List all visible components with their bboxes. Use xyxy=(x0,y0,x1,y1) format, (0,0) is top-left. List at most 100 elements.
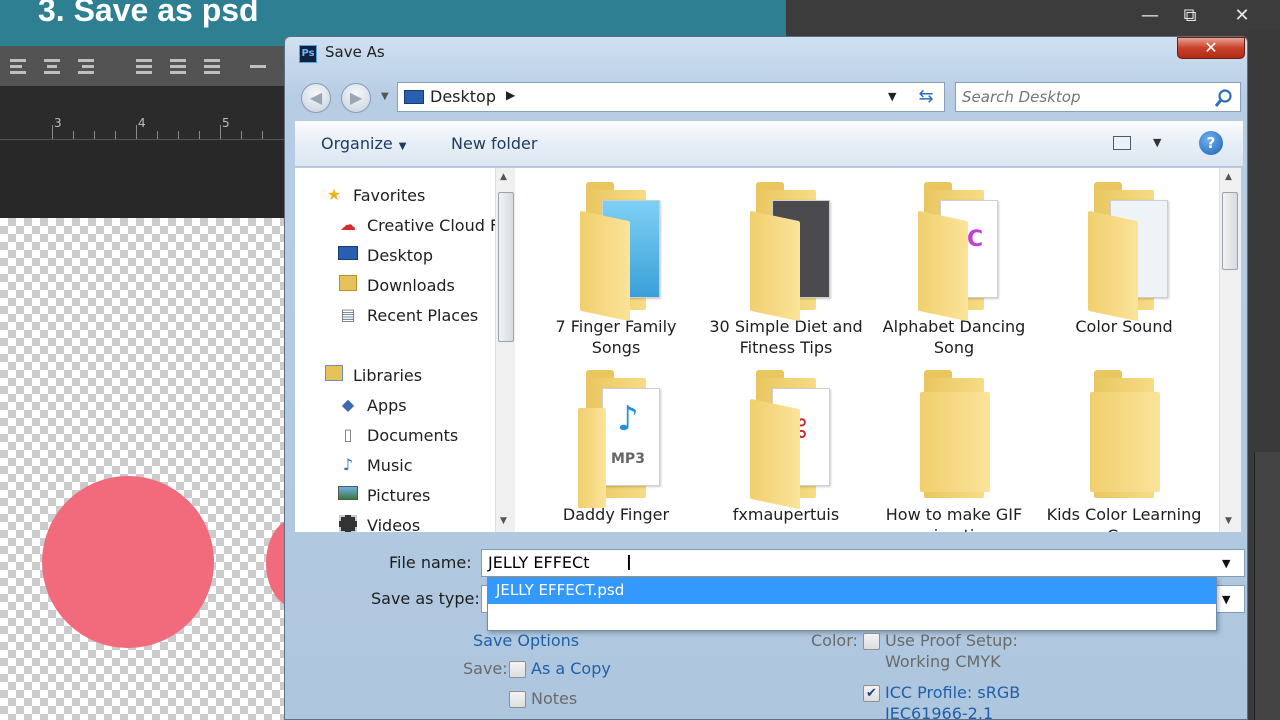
file-name-input[interactable]: JELLY EFFECt I ▼ xyxy=(481,549,1245,577)
breadcrumb-arrow-icon[interactable]: ▶ xyxy=(506,88,515,102)
dialog-close-button[interactable]: ✕ xyxy=(1177,37,1245,59)
folder-icon xyxy=(568,180,664,322)
search-input[interactable] xyxy=(962,86,1202,108)
search-icon[interactable] xyxy=(1214,88,1234,108)
icc-profile-label[interactable]: ICC Profile: sRGB xyxy=(885,683,1020,702)
file-tile[interactable]: Color Sound xyxy=(1039,180,1209,337)
working-cmyk-label: Working CMYK xyxy=(885,652,1001,671)
nav-videos-label: Videos xyxy=(367,515,421,533)
file-name: Kids Color Learning Cow xyxy=(1046,505,1202,532)
file-name: 7 Finger Family Songs xyxy=(555,317,677,357)
nav-libraries[interactable]: Libraries xyxy=(323,362,422,388)
file-name: Color Sound xyxy=(1075,317,1173,336)
ruler-mark-4: 4 xyxy=(138,116,146,130)
back-button[interactable]: ◀ xyxy=(301,83,331,113)
close-app-button[interactable]: ✕ xyxy=(1222,0,1262,30)
save-as-dialog: Ps Save As ✕ ◀ ▶ ▼ Desktop ▶ ▼ ⇆ Organiz… xyxy=(284,36,1248,720)
recent-places-icon: ▤ xyxy=(340,305,356,324)
scroll-up-icon[interactable]: ▲ xyxy=(500,172,507,182)
music-icon: ♪ xyxy=(342,455,354,474)
nav-creative-cloud-label: Creative Cloud F xyxy=(367,215,500,235)
autocomplete-option[interactable]: JELLY EFFECT.psd xyxy=(488,578,1216,604)
minimize-button[interactable]: — xyxy=(1130,0,1170,30)
desktop-icon xyxy=(337,245,359,265)
align-left-icon[interactable] xyxy=(8,56,28,76)
forward-button[interactable]: ▶ xyxy=(341,83,371,113)
side-panel xyxy=(1254,452,1280,720)
as-a-copy-label[interactable]: As a Copy xyxy=(531,659,611,678)
file-list-scrollbar[interactable]: ▲ ▼ xyxy=(1219,168,1241,532)
file-name-value[interactable]: JELLY EFFECt xyxy=(488,553,589,572)
address-bar[interactable]: Desktop ▶ ▼ xyxy=(397,82,945,112)
nav-videos[interactable]: Videos xyxy=(337,512,420,532)
as-a-copy-checkbox[interactable] xyxy=(509,661,526,678)
align-right-icon[interactable] xyxy=(76,56,96,76)
file-tile[interactable]: ⌘ fxmaupertuis xyxy=(701,368,871,525)
nav-downloads[interactable]: Downloads xyxy=(337,272,455,298)
help-icon[interactable]: ? xyxy=(1199,131,1223,155)
nav-recent-places-label: Recent Places xyxy=(367,305,479,325)
address-location[interactable]: Desktop xyxy=(430,87,496,106)
file-name: How to make GIF animation xyxy=(885,505,1023,532)
distribute-bottom-icon[interactable] xyxy=(202,56,222,76)
downloads-folder-icon xyxy=(337,275,359,295)
icc-profile-checkbox[interactable]: ✔ xyxy=(863,685,880,702)
distribute-top-icon[interactable] xyxy=(134,56,154,76)
notes-checkbox[interactable] xyxy=(509,691,526,708)
apps-icon: ◆ xyxy=(341,395,355,414)
pink-circle-shape[interactable] xyxy=(42,476,214,648)
file-tile[interactable]: 30 Simple Diet and Fitness Tips xyxy=(701,180,871,358)
forward-arrow-icon: ▶ xyxy=(349,88,363,107)
recent-locations-dropdown[interactable]: ▼ xyxy=(381,91,389,102)
file-name: Daddy Finger xyxy=(562,505,670,524)
align-center-icon[interactable] xyxy=(42,56,62,76)
notes-label[interactable]: Notes xyxy=(531,689,577,708)
change-view-icon[interactable] xyxy=(1113,136,1131,150)
file-tile[interactable]: How to make GIF animation xyxy=(869,368,1039,532)
file-tile[interactable]: Kids Color Learning Cow xyxy=(1039,368,1209,532)
document-canvas[interactable] xyxy=(0,218,326,720)
view-options-dropdown[interactable]: ▼ xyxy=(1153,136,1161,149)
use-proof-setup-checkbox[interactable] xyxy=(863,633,880,650)
nav-apps[interactable]: ◆ Apps xyxy=(337,392,407,418)
save-label: Save: xyxy=(463,659,508,678)
search-box[interactable] xyxy=(955,82,1241,112)
use-proof-setup-label[interactable]: Use Proof Setup: xyxy=(885,631,1018,650)
address-dropdown-icon[interactable]: ▼ xyxy=(888,90,896,103)
file-tile[interactable]: ♪ MP3 Daddy Finger xyxy=(531,368,701,525)
save-as-type-dropdown-icon[interactable]: ▼ xyxy=(1222,593,1230,606)
nav-creative-cloud[interactable]: ☁ Creative Cloud F xyxy=(337,212,499,238)
save-as-type-label: Save as type: xyxy=(371,589,480,608)
chevron-down-icon: ▼ xyxy=(398,141,407,152)
new-folder-button[interactable]: New folder xyxy=(451,134,537,153)
nav-music[interactable]: ♪ Music xyxy=(337,452,413,478)
star-icon: ★ xyxy=(326,185,342,204)
file-tile[interactable]: C Alphabet Dancing Song xyxy=(869,180,1039,358)
navigation-scrollbar[interactable]: ▲ ▼ xyxy=(495,168,515,532)
nav-favorites[interactable]: ★ Favorites xyxy=(323,182,425,208)
maximize-button[interactable]: ⧉ xyxy=(1170,0,1210,30)
desktop-icon xyxy=(404,90,424,104)
nav-pictures[interactable]: Pictures xyxy=(337,482,430,508)
back-arrow-icon: ◀ xyxy=(309,88,323,107)
scrollbar-thumb[interactable] xyxy=(498,192,514,342)
photoshop-app-icon: Ps xyxy=(299,45,317,63)
command-bar: Organize ▼ New folder ▼ ? xyxy=(295,121,1243,167)
file-name-dropdown-icon[interactable]: ▼ xyxy=(1222,557,1230,570)
folder-icon: ♪ MP3 xyxy=(568,368,664,508)
nav-recent-places[interactable]: ▤ Recent Places xyxy=(337,302,478,328)
refresh-button[interactable]: ⇆ xyxy=(911,83,941,111)
scroll-down-icon[interactable]: ▼ xyxy=(1225,516,1232,526)
organize-menu[interactable]: Organize ▼ xyxy=(321,134,406,153)
nav-desktop[interactable]: Desktop xyxy=(337,242,433,268)
navigation-pane: ★ Favorites ☁ Creative Cloud F Desktop D… xyxy=(295,168,517,532)
file-tile[interactable]: 7 Finger Family Songs xyxy=(531,180,701,358)
scrollbar-thumb[interactable] xyxy=(1222,192,1238,270)
color-label: Color: xyxy=(811,631,858,650)
nav-documents[interactable]: ▯ Documents xyxy=(337,422,459,448)
scroll-down-icon[interactable]: ▼ xyxy=(500,516,507,526)
nav-desktop-label: Desktop xyxy=(367,245,433,265)
scroll-up-icon[interactable]: ▲ xyxy=(1225,172,1232,182)
distribute-middle-icon[interactable] xyxy=(168,56,188,76)
distribute-horizontal-icon[interactable] xyxy=(248,56,268,76)
